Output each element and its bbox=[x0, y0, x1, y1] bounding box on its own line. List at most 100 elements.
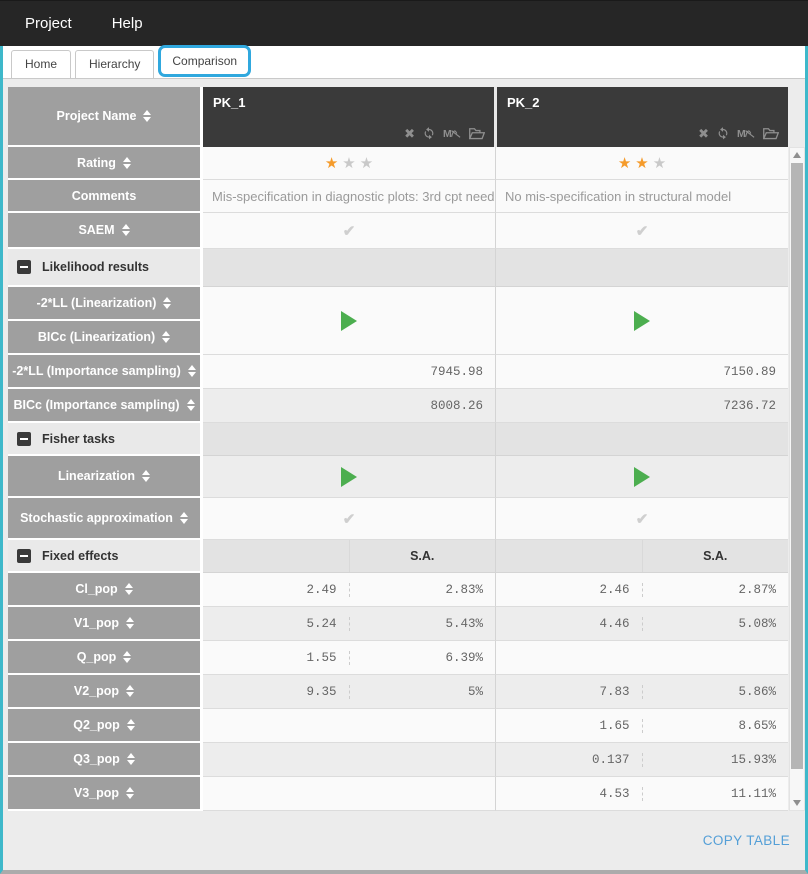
refresh-icon[interactable] bbox=[716, 126, 730, 140]
row-label-q3-pop[interactable]: Q3_pop bbox=[8, 743, 203, 777]
sa-spacer bbox=[203, 540, 349, 572]
svg-text:M: M bbox=[737, 129, 746, 140]
open-folder-icon[interactable] bbox=[763, 127, 779, 140]
estimate-half: 7.83 bbox=[496, 684, 643, 699]
menu-bar: Project Help bbox=[0, 1, 808, 46]
row-label-v2-pop[interactable]: V2_pop bbox=[8, 675, 203, 709]
copy-table-button[interactable]: COPY TABLE bbox=[703, 833, 790, 848]
cell-saem-pk-1: ✔ bbox=[203, 213, 495, 249]
section-fisher-tasks[interactable]: Fisher tasks bbox=[8, 423, 203, 456]
menu-project[interactable]: Project bbox=[25, 15, 72, 32]
open-folder-icon[interactable] bbox=[469, 127, 485, 140]
scroll-thumb[interactable] bbox=[791, 163, 803, 769]
value-bicc-importance-sampling-pk-1: 8008.26 bbox=[430, 398, 483, 413]
table-row: BICc (Importance sampling) 8008.26 7236.72 bbox=[8, 389, 788, 423]
run-play-button[interactable] bbox=[341, 466, 357, 487]
rse-half: 11.11% bbox=[643, 787, 789, 801]
star-3[interactable]: ★ bbox=[653, 156, 666, 171]
collapse-minus-icon[interactable] bbox=[17, 260, 31, 274]
cell-v2-pop-pk-1: 9.35 5% bbox=[203, 675, 495, 709]
value-q-pop-pk-1-sa: 6.39% bbox=[445, 650, 483, 665]
section-likelihood-results[interactable]: Likelihood results bbox=[8, 249, 203, 287]
row-label-2-ll-importance-sampling-text: -2*LL (Importance sampling) bbox=[12, 364, 181, 378]
collapse-minus-icon[interactable] bbox=[17, 431, 31, 446]
scroll-up-arrow[interactable] bbox=[790, 148, 804, 162]
tab-comparison[interactable]: Comparison bbox=[158, 45, 252, 77]
row-label-2-ll-importance-sampling[interactable]: -2*LL (Importance sampling) bbox=[8, 355, 203, 389]
row-label-q-pop[interactable]: Q_pop bbox=[8, 641, 203, 675]
cell-comments-pk-1[interactable]: Mis-specification in diagnostic plots: 3… bbox=[203, 180, 495, 213]
row-label-linearization[interactable]: Linearization bbox=[8, 456, 203, 498]
table-row: V1_pop 5.24 5.43% 4.46 5.08% bbox=[8, 607, 788, 641]
scroll-down-arrow[interactable] bbox=[790, 796, 804, 810]
monolix-icon[interactable]: M bbox=[443, 126, 462, 140]
row-label-2-ll-linearization-text: -2*LL (Linearization) bbox=[36, 296, 157, 310]
row-label-stochastic-approximation[interactable]: Stochastic approximation bbox=[8, 498, 203, 540]
cell-v3-pop-pk-1 bbox=[203, 777, 495, 811]
rse-half: 15.93% bbox=[643, 753, 789, 767]
sort-icon bbox=[126, 685, 135, 697]
refresh-icon[interactable] bbox=[422, 126, 436, 140]
collapse-minus-icon[interactable] bbox=[17, 548, 31, 563]
tab-hierarchy[interactable]: Hierarchy bbox=[75, 50, 155, 78]
row-label-v2-pop-text: V2_pop bbox=[73, 684, 120, 698]
table-row: Comments Mis-specification in diagnostic … bbox=[8, 180, 788, 213]
run-play-button[interactable] bbox=[341, 310, 357, 331]
row-label-cl-pop[interactable]: Cl_pop bbox=[8, 573, 203, 607]
row-label-rating[interactable]: Rating bbox=[8, 147, 203, 180]
star-1[interactable]: ★ bbox=[325, 156, 338, 171]
menu-help[interactable]: Help bbox=[112, 15, 143, 32]
rating-stars-pk-2: ★ ★ ★ bbox=[618, 156, 666, 171]
cell-rating-pk-1: ★ ★ ★ bbox=[203, 147, 495, 180]
value-q-pop-pk-1: 1.55 bbox=[306, 650, 337, 665]
estimate-half: 9.35 bbox=[203, 684, 350, 699]
row-label-2-ll-linearization[interactable]: -2*LL (Linearization) bbox=[8, 287, 203, 321]
star-2[interactable]: ★ bbox=[635, 156, 648, 171]
row-label-bicc-linearization[interactable]: BICc (Linearization) bbox=[8, 321, 203, 355]
table-row: Rating ★ ★ ★ ★ ★ ★ bbox=[8, 147, 788, 180]
vertical-scrollbar[interactable] bbox=[789, 147, 805, 811]
tab-home[interactable]: Home bbox=[11, 50, 72, 78]
close-icon[interactable]: ✖ bbox=[698, 127, 709, 140]
subheader-sa-pk-1: S.A. bbox=[348, 540, 496, 572]
project-actions-pk-1: ✖ M bbox=[404, 126, 485, 140]
star-2[interactable]: ★ bbox=[342, 156, 355, 171]
table-row: -2*LL (Importance sampling) 7945.98 7150.8… bbox=[8, 355, 788, 389]
value-v2-pop-pk-1-sa: 5% bbox=[467, 684, 483, 699]
value-v1-pop-pk-1: 5.24 bbox=[306, 616, 337, 631]
row-label-project-name[interactable]: Project Name bbox=[8, 87, 203, 147]
section-label-likelihood-results: Likelihood results bbox=[42, 260, 149, 274]
run-play-button[interactable] bbox=[634, 466, 650, 487]
row-label-bicc-importance-sampling-text: BICc (Importance sampling) bbox=[13, 398, 180, 412]
row-label-bicc-importance-sampling[interactable]: BICc (Importance sampling) bbox=[8, 389, 203, 423]
row-label-v1-pop[interactable]: V1_pop bbox=[8, 607, 203, 641]
row-label-q2-pop[interactable]: Q2_pop bbox=[8, 709, 203, 743]
monolix-icon[interactable]: M bbox=[737, 126, 756, 140]
label-group: -2*LL (Linearization) BICc (Linearization… bbox=[8, 287, 203, 355]
section-cell-fixed-effects-pk-2: S.A. bbox=[495, 540, 788, 573]
sort-icon bbox=[163, 297, 172, 309]
project-actions-pk-2: ✖ M bbox=[698, 126, 779, 140]
row-label-comments: Comments bbox=[8, 180, 203, 213]
section-fixed-effects[interactable]: Fixed effects bbox=[8, 540, 203, 573]
estimate-half: 1.65 bbox=[496, 718, 643, 733]
cell-cl-pop-pk-1: 2.49 2.83% bbox=[203, 573, 495, 607]
row-label-v3-pop[interactable]: V3_pop bbox=[8, 777, 203, 811]
star-3[interactable]: ★ bbox=[360, 156, 373, 171]
cell-2-ll-importance-sampling-pk-1: 7945.98 bbox=[203, 355, 495, 389]
close-icon[interactable]: ✖ bbox=[404, 127, 415, 140]
sort-icon bbox=[124, 583, 133, 595]
cell-comments-pk-2[interactable]: No mis-specification in structural model bbox=[495, 180, 788, 213]
row-label-saem[interactable]: SAEM bbox=[8, 213, 203, 249]
cell-v1-pop-pk-2: 4.46 5.08% bbox=[495, 607, 788, 641]
rse-half: 2.87% bbox=[643, 583, 789, 597]
table-row: V3_pop 4.53 11.11% bbox=[8, 777, 788, 811]
estimate-half: 4.53 bbox=[496, 786, 643, 801]
comparison-view: Project Name PK_1 ✖ M PK_2 ✖ M Rating ★ ★ ★ ★ ★ ★ Comm… bbox=[3, 79, 805, 870]
run-play-button[interactable] bbox=[634, 310, 650, 331]
star-1[interactable]: ★ bbox=[618, 156, 631, 171]
sort-icon bbox=[123, 651, 132, 663]
value-cl-pop-pk-1: 2.49 bbox=[306, 582, 337, 597]
sa-spacer bbox=[496, 540, 642, 572]
row-label-bicc-linearization-text: BICc (Linearization) bbox=[37, 330, 156, 344]
